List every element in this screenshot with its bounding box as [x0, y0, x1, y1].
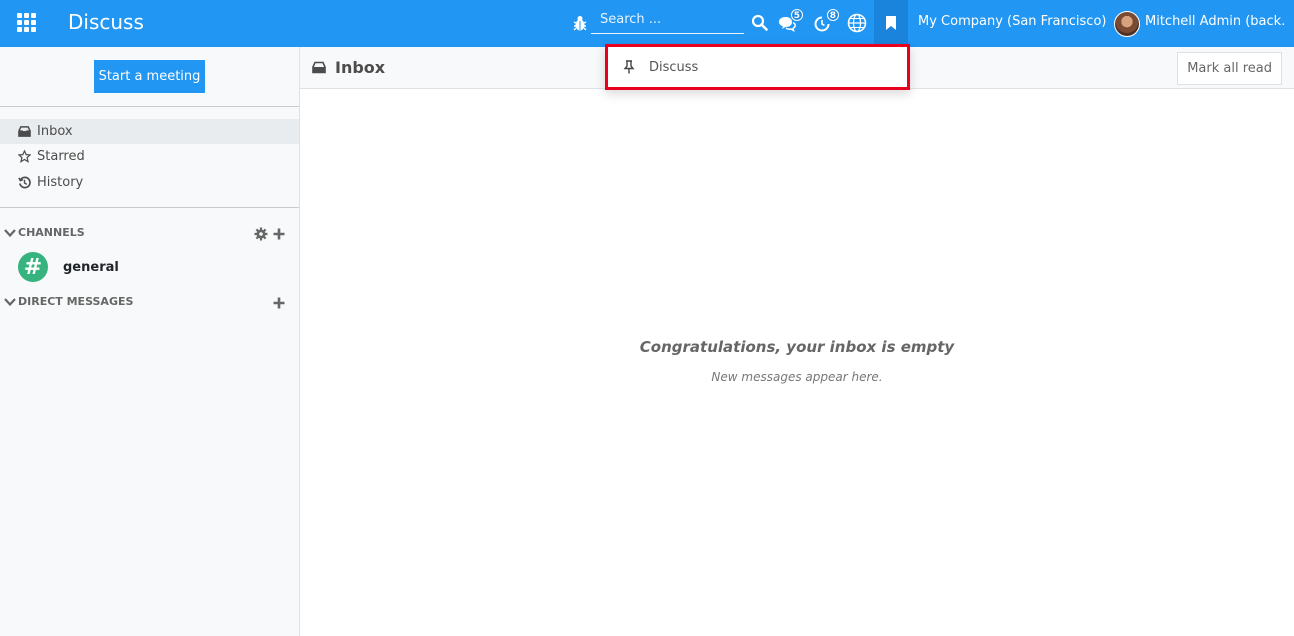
chevron-down-icon — [4, 228, 16, 237]
company-switcher[interactable]: My Company (San Francisco) — [918, 14, 1106, 29]
channels-category-header[interactable]: CHANNELS — [4, 226, 85, 239]
channels-header-label: CHANNELS — [18, 226, 85, 239]
shortcuts-dropdown: Discuss — [605, 44, 910, 90]
thread-view: Inbox Mark all read Congratulations, you… — [300, 47, 1294, 636]
search-input[interactable] — [591, 6, 744, 33]
top-navbar: Discuss 5 8 My C — [0, 0, 1294, 47]
empty-inbox-subtitle: New messages appear here. — [711, 370, 883, 384]
sidebar-divider — [0, 106, 299, 107]
sidebar-item-label: Starred — [37, 149, 85, 164]
sidebar-divider — [0, 207, 299, 208]
user-menu[interactable]: Mitchell Admin (back... — [1145, 14, 1285, 29]
direct-messages-category-header[interactable]: DIRECT MESSAGES — [4, 295, 133, 308]
search-icon[interactable] — [751, 14, 768, 31]
history-icon — [18, 176, 31, 189]
activities-badge: 8 — [826, 9, 839, 21]
start-meeting-button[interactable]: Start a meeting — [94, 60, 205, 93]
debug-bug-icon[interactable] — [572, 14, 588, 32]
channel-avatar: # — [18, 252, 48, 282]
dropdown-item-label: Discuss — [649, 59, 699, 75]
pin-icon — [623, 60, 635, 74]
messages-badge: 5 — [790, 9, 803, 21]
star-icon — [18, 150, 31, 163]
bookmark-icon — [886, 16, 896, 30]
shortcuts-menu-button[interactable] — [874, 0, 908, 47]
globe-website-icon[interactable] — [846, 12, 868, 34]
discuss-sidebar: Start a meeting Inbox Starred History CH… — [0, 47, 300, 636]
channels-settings-gear-icon[interactable] — [254, 227, 268, 241]
user-avatar[interactable] — [1114, 11, 1140, 37]
channel-item-general[interactable]: # general — [18, 252, 119, 282]
inbox-icon — [312, 61, 326, 74]
sidebar-item-starred[interactable]: Starred — [0, 144, 299, 169]
direct-messages-header-label: DIRECT MESSAGES — [18, 295, 134, 308]
apps-menu-icon[interactable] — [17, 13, 37, 33]
empty-inbox-title: Congratulations, your inbox is empty — [639, 338, 955, 356]
activities-menu[interactable]: 8 — [812, 9, 839, 36]
search-box — [591, 6, 744, 34]
dropdown-item-discuss[interactable]: Discuss — [608, 47, 907, 87]
sidebar-item-label: Inbox — [37, 124, 73, 139]
inbox-icon — [18, 126, 31, 137]
add-channel-plus-icon[interactable] — [272, 227, 286, 241]
app-title[interactable]: Discuss — [68, 10, 144, 34]
channel-name: general — [63, 259, 119, 275]
chevron-down-icon — [4, 297, 16, 306]
sidebar-item-inbox[interactable]: Inbox — [0, 119, 299, 144]
sidebar-item-label: History — [37, 175, 84, 190]
messaging-menu[interactable]: 5 — [776, 9, 803, 36]
add-direct-message-plus-icon[interactable] — [272, 296, 286, 310]
sidebar-item-history[interactable]: History — [0, 170, 299, 195]
mark-all-read-button[interactable]: Mark all read — [1177, 52, 1282, 85]
page-title: Inbox — [335, 58, 386, 77]
